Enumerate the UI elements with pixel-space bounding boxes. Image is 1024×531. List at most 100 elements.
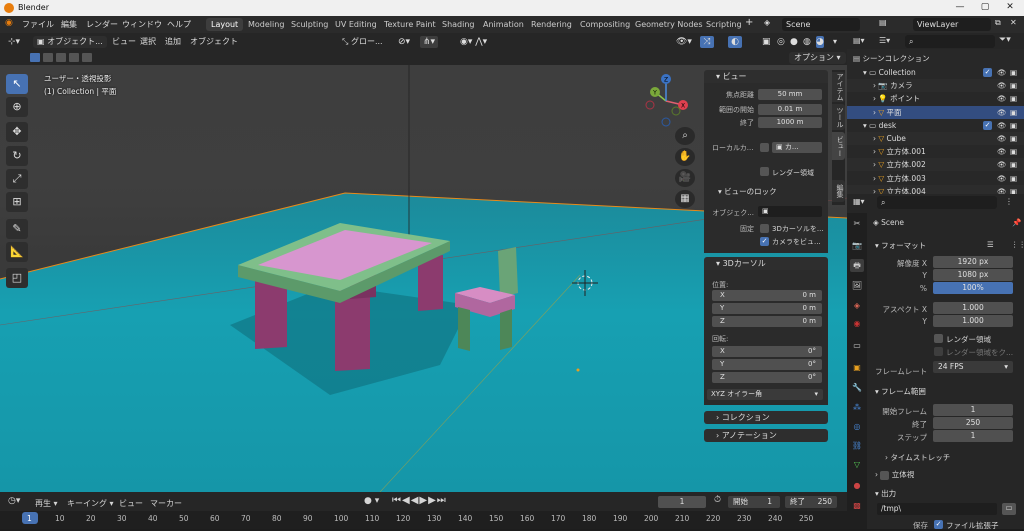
camera-view-icon[interactable]: 🎥 bbox=[675, 169, 695, 187]
rotation-mode-select[interactable]: XYZ オイラー角 ▾ bbox=[707, 389, 823, 400]
panel-drag-icon[interactable]: ⋮⋮ bbox=[1011, 240, 1024, 249]
perspective-grid-icon[interactable]: ▦ bbox=[675, 190, 695, 208]
playback-menu[interactable]: 再生 ▾ bbox=[35, 498, 58, 509]
frame-start-field[interactable]: 1 bbox=[933, 404, 1013, 416]
view-panel-header[interactable]: ▾ ビュー bbox=[704, 70, 828, 83]
gizmo-toggle-icon[interactable]: ⤨ bbox=[700, 36, 714, 48]
zoom-icon[interactable]: ⌕ bbox=[675, 127, 695, 145]
tab-layout[interactable]: Layout bbox=[206, 18, 244, 31]
rotation-y-field[interactable]: Y 0° bbox=[712, 359, 822, 370]
tab-sculpting[interactable]: Sculpting bbox=[286, 18, 333, 31]
folder-icon[interactable]: ▭ bbox=[1002, 503, 1016, 515]
render-visibility-icon[interactable]: ▣ bbox=[1010, 119, 1017, 132]
render-visibility-icon[interactable]: ▣ bbox=[1010, 92, 1017, 105]
move-tool-icon[interactable]: ✥ bbox=[6, 122, 28, 142]
visibility-icon[interactable]: 👁▾ bbox=[676, 36, 692, 48]
scene-selector[interactable]: Scene bbox=[782, 18, 860, 31]
local-camera-field[interactable]: ▣ カ... bbox=[772, 142, 822, 153]
shading-options-icon[interactable]: ▾ bbox=[833, 36, 837, 48]
pan-hand-icon[interactable]: ✋ bbox=[675, 148, 695, 166]
outliner-row[interactable]: › ▽ Cube 👁 ▣ bbox=[847, 132, 1024, 145]
render-visibility-icon[interactable]: ▣ bbox=[1010, 79, 1017, 92]
modifier-tab-icon[interactable]: 🔧 bbox=[850, 381, 864, 394]
timeline-end-field[interactable]: 終了 250 bbox=[785, 496, 837, 508]
tab-view[interactable]: ビュー bbox=[832, 132, 845, 160]
record-icon[interactable]: ● ▾ bbox=[364, 497, 379, 506]
location-z-field[interactable]: Z 0 m bbox=[712, 316, 822, 327]
visibility-eye-icon[interactable]: 👁 bbox=[997, 172, 1007, 185]
tab-scripting[interactable]: Scripting bbox=[701, 18, 747, 31]
particles-tab-icon[interactable]: ⁂ bbox=[850, 401, 864, 414]
visibility-eye-icon[interactable]: 👁 bbox=[997, 119, 1007, 132]
collection-checkbox[interactable]: ✓ bbox=[983, 120, 992, 130]
render-visibility-icon[interactable]: ▣ bbox=[1010, 132, 1017, 145]
add-workspace-icon[interactable]: + bbox=[745, 17, 753, 28]
shading-material-icon[interactable]: ◍ bbox=[803, 36, 811, 48]
rotation-x-field[interactable]: X 0° bbox=[712, 346, 822, 357]
constraints-tab-icon[interactable]: ⛓ bbox=[850, 439, 864, 452]
orientation-selector[interactable]: ⤡ グロー... bbox=[342, 36, 383, 48]
render-visibility-icon[interactable]: ▣ bbox=[1010, 106, 1017, 119]
preset-list-icon[interactable]: ☰ bbox=[987, 240, 994, 249]
visibility-eye-icon[interactable]: 👁 bbox=[997, 92, 1007, 105]
select-new-icon[interactable] bbox=[30, 53, 40, 62]
current-frame-field[interactable]: 1 bbox=[658, 496, 706, 508]
close-icon[interactable]: ✕ bbox=[1000, 2, 1020, 12]
shading-rendered-icon[interactable]: ◕ bbox=[816, 36, 824, 48]
timeline-editor-icon[interactable]: ◷▾ bbox=[8, 497, 20, 506]
outliner-row[interactable]: › ▽ 立方体.001 👁 ▣ bbox=[847, 145, 1024, 158]
transform-tool-icon[interactable]: ⊞ bbox=[6, 192, 28, 212]
res-y-field[interactable]: 1080 px bbox=[933, 269, 1013, 281]
select-tool-icon[interactable]: ↖ bbox=[6, 74, 28, 94]
outliner-root[interactable]: ▤ シーンコレクション bbox=[847, 52, 1024, 65]
camera-to-view-checkbox[interactable]: ✓ bbox=[760, 237, 769, 246]
blender-menu-icon[interactable]: ◉ bbox=[5, 19, 13, 28]
lock-3d-cursor-checkbox[interactable] bbox=[760, 224, 769, 233]
render-visibility-icon[interactable]: ▣ bbox=[1010, 172, 1017, 185]
tab-shading[interactable]: Shading bbox=[437, 18, 480, 31]
render-region-checkbox-props[interactable] bbox=[934, 334, 943, 343]
menu-window[interactable]: ウィンドウ bbox=[122, 19, 162, 30]
tab-animation[interactable]: Animation bbox=[478, 18, 529, 31]
snap-icon[interactable]: ⋔▾ bbox=[420, 36, 439, 48]
annotation-panel-header[interactable]: › アノテーション bbox=[704, 429, 828, 442]
tab-geometry-nodes[interactable]: Geometry Nodes bbox=[630, 18, 707, 31]
view-lock-header[interactable]: ▾ ビューのロック bbox=[718, 186, 777, 197]
stereo-checkbox[interactable] bbox=[880, 470, 890, 480]
visibility-eye-icon[interactable]: 👁 bbox=[997, 106, 1007, 119]
collection-panel-header[interactable]: › コレクション bbox=[704, 411, 828, 424]
location-y-field[interactable]: Y 0 m bbox=[712, 303, 822, 314]
collection-tab-icon[interactable]: ▭ bbox=[850, 339, 864, 352]
timeline-view-menu[interactable]: ビュー bbox=[119, 498, 143, 509]
render-tab-icon[interactable]: 📷 bbox=[850, 239, 864, 252]
3d-cursor-panel-header[interactable]: ▾ 3Dカーソル bbox=[704, 257, 828, 270]
lock-object-field[interactable]: ▣ bbox=[758, 206, 822, 217]
time-stretch-header[interactable]: › タイムストレッチ bbox=[885, 452, 950, 463]
output-tab-icon[interactable]: 🖶 bbox=[850, 259, 864, 272]
visibility-eye-icon[interactable]: 👁 bbox=[997, 132, 1007, 145]
outliner-search-input[interactable]: ⌕ bbox=[905, 35, 995, 48]
pivot-icon[interactable]: ⊘▾ bbox=[398, 36, 410, 48]
navigation-gizmo[interactable]: X Y Z bbox=[638, 71, 696, 129]
data-tab-icon[interactable]: ▽ bbox=[850, 458, 864, 471]
tab-texture-paint[interactable]: Texture Paint bbox=[379, 18, 441, 31]
physics-tab-icon[interactable]: ◎ bbox=[850, 420, 864, 433]
collection-checkbox[interactable]: ✓ bbox=[983, 68, 992, 77]
pin-icon[interactable]: 📌 bbox=[1012, 218, 1021, 227]
marker-menu[interactable]: マーカー bbox=[150, 498, 182, 509]
display-mode-icon[interactable]: ☰▾ bbox=[879, 37, 890, 45]
visibility-eye-icon[interactable]: 👁 bbox=[997, 66, 1007, 79]
tab-tool[interactable]: ツール bbox=[832, 104, 845, 130]
remove-view-layer-icon[interactable]: ✕ bbox=[1010, 19, 1017, 27]
menu-file[interactable]: ファイル bbox=[22, 19, 54, 30]
properties-editor-icon[interactable]: ▦▾ bbox=[853, 198, 865, 206]
select-subtract-icon[interactable] bbox=[56, 53, 66, 62]
tab-edit[interactable]: 編集 bbox=[832, 180, 845, 202]
fps-select[interactable]: 24 FPS ▾ bbox=[933, 361, 1013, 373]
cursor-tool-icon[interactable]: ⊕ bbox=[6, 97, 28, 117]
tab-item[interactable]: アイテム bbox=[832, 72, 845, 102]
select-invert-icon[interactable] bbox=[69, 53, 79, 62]
frame-range-header[interactable]: ▾ フレーム範囲 bbox=[875, 386, 926, 397]
tool-tab-icon[interactable]: ✂ bbox=[850, 217, 864, 230]
scene-tab-icon[interactable]: ◈ bbox=[850, 299, 864, 312]
